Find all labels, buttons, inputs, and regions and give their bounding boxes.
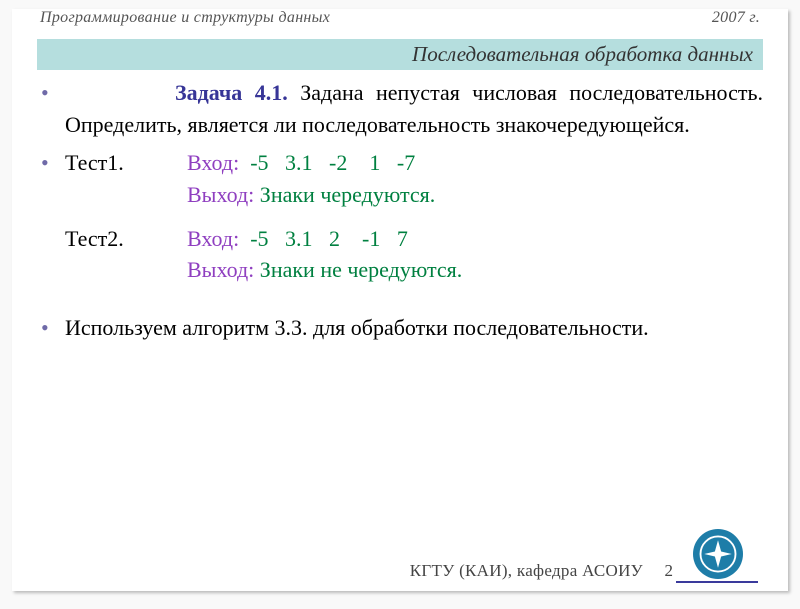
test1-io: Вход: -5 3.1 -2 1 -7 Выход: Знаки череду… [187,147,763,211]
test2-out-value: Знаки не чередуются. [254,257,462,282]
content: Задача 4.1. Задана непустая числовая пос… [37,77,763,531]
footer: КГТУ (КАИ), кафедра АСОИУ 2 [37,541,763,581]
test1-bullet: Тест1. Вход: -5 3.1 -2 1 -7 Выход: Знаки… [37,147,763,287]
problem-body: Задана непустая числовая последовательно… [65,80,763,137]
page-number: 2 [665,561,674,581]
test1-in-value: -5 3.1 -2 1 -7 [239,150,415,175]
test1-out-label: Выход: [187,182,254,207]
test2-in-label: Вход: [187,226,239,251]
test1-in-label: Вход: [187,150,239,175]
problem-bullet: Задача 4.1. Задана непустая числовая пос… [37,77,763,141]
test2-in-value: -5 3.1 2 -1 7 [239,226,408,251]
footer-rule [676,581,758,583]
airplane-logo-icon [693,529,743,579]
header: Программирование и структуры данных 2007… [40,9,760,27]
footer-org: КГТУ (КАИ), кафедра АСОИУ [410,561,643,581]
test1-label: Тест1. [65,147,187,211]
test2-io: Вход: -5 3.1 2 -1 7 Выход: Знаки не чере… [187,223,763,287]
problem-heading: Задача 4.1. [175,80,288,105]
problem-text: Задача 4.1. Задана непустая числовая пос… [65,77,763,141]
test2-label: Тест2. [65,223,187,287]
test1-out-value: Знаки чередуются. [254,182,435,207]
algo-note-bullet: Используем алгоритм 3.3. для обработки п… [37,312,763,344]
header-right: 2007 г. [712,9,760,27]
header-left: Программирование и структуры данных [40,9,330,27]
title-bar: Последовательная обработка данных [37,39,763,70]
slide: Программирование и структуры данных 2007… [12,9,788,591]
test2-out-label: Выход: [187,257,254,282]
